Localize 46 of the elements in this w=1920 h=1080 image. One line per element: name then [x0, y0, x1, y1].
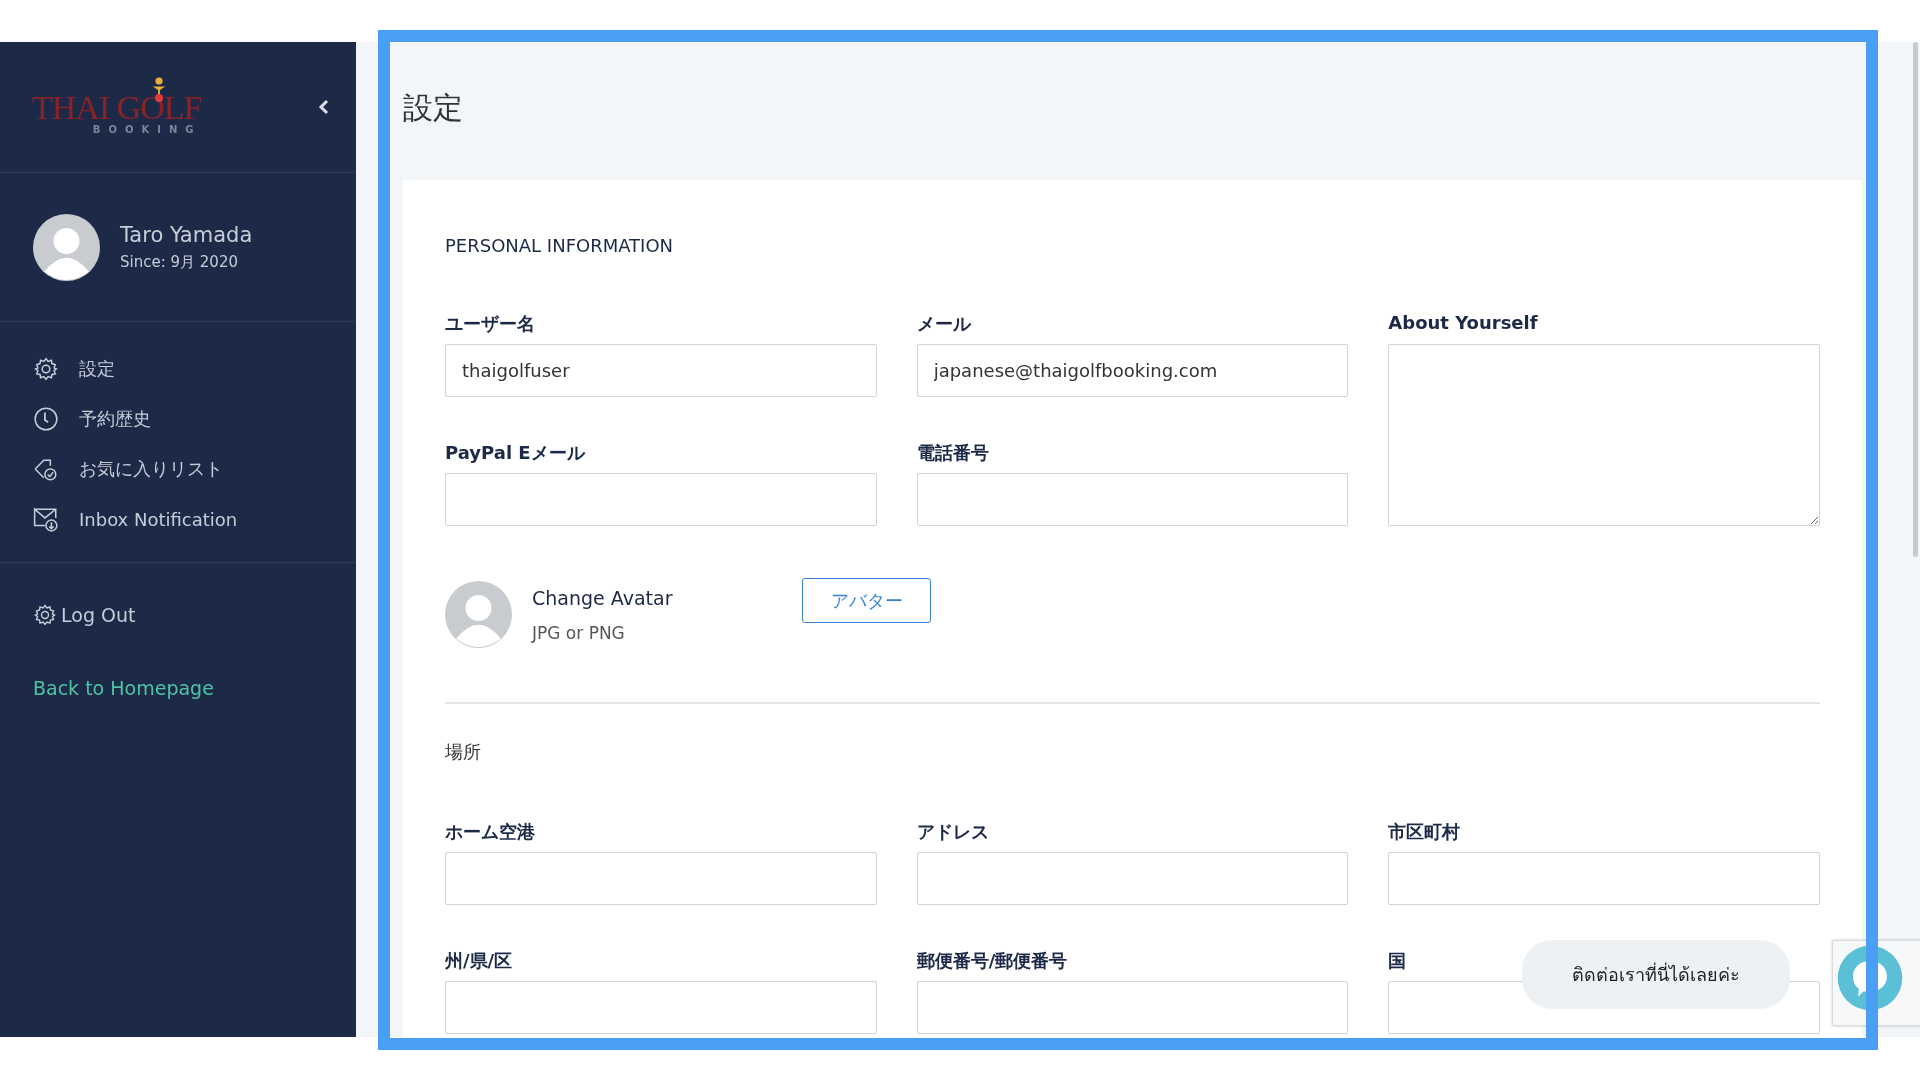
chat-icon[interactable] [1836, 944, 1904, 1012]
sidebar-item[interactable]: 予約歴史 [33, 394, 356, 444]
page-title: 設定 [403, 89, 464, 127]
section-heading: 場所 [445, 740, 482, 764]
field-label: アドレス [916, 820, 990, 842]
avatar-upload-button[interactable]: アバター [802, 578, 931, 623]
field-label: ホーム空港 [445, 820, 536, 842]
field-label: 州/県/区 [445, 949, 514, 971]
input-field[interactable] [1388, 852, 1820, 905]
logo[interactable]: THAI GOLF BOOKING [32, 79, 202, 135]
settings-icon [33, 603, 57, 627]
chat-prompt-bubble: ติดต่อเราที่นี่ได้เลยค่ะ [1522, 940, 1790, 1009]
user-name: Taro Yamada [120, 222, 253, 247]
logout-link[interactable]: Log Out [33, 603, 356, 627]
avatar-icon [33, 213, 100, 281]
file-type-hint: JPG or PNG [532, 622, 626, 643]
input-field[interactable] [916, 852, 1349, 905]
input-field[interactable] [445, 473, 877, 526]
member-since: Since: 9月 2020 [120, 252, 239, 272]
field-label: ユーザー名 [445, 312, 536, 334]
input-field[interactable] [916, 981, 1349, 1034]
input-field[interactable] [445, 852, 877, 905]
input-field[interactable] [445, 981, 877, 1034]
clock-icon [33, 406, 59, 432]
field-label: About Yourself [1388, 312, 1539, 334]
back-to-homepage-link[interactable]: Back to Homepage [33, 677, 214, 699]
input-field[interactable] [916, 473, 1349, 526]
field-label: メール [916, 312, 973, 334]
mail-icon [33, 506, 59, 532]
scrollbar[interactable] [1912, 42, 1918, 557]
avatar-icon [445, 581, 512, 648]
chevron-left-icon[interactable] [318, 99, 330, 115]
section-heading: PERSONAL INFORMATION [445, 235, 675, 256]
field-label: PayPal Eメール [445, 441, 587, 463]
input-field[interactable]: japanese@thaigolfbooking.com [916, 344, 1349, 397]
field-label: 国 [1388, 949, 1408, 971]
sidebar-item[interactable]: お気に入りリスト [33, 444, 356, 494]
field-label: 電話番号 [916, 441, 990, 463]
field-label: 市区町村 [1388, 820, 1462, 842]
field-label: 郵便番号/郵便番号 [916, 949, 1069, 971]
sidebar-item[interactable]: Inbox Notification [33, 494, 356, 544]
textarea-field[interactable] [1388, 344, 1820, 526]
input-field[interactable]: thaigolfuser [445, 344, 877, 397]
sidebar-item[interactable]: 設定 [33, 344, 356, 394]
change-avatar-label: Change Avatar [532, 586, 674, 609]
settings-icon [33, 356, 59, 382]
